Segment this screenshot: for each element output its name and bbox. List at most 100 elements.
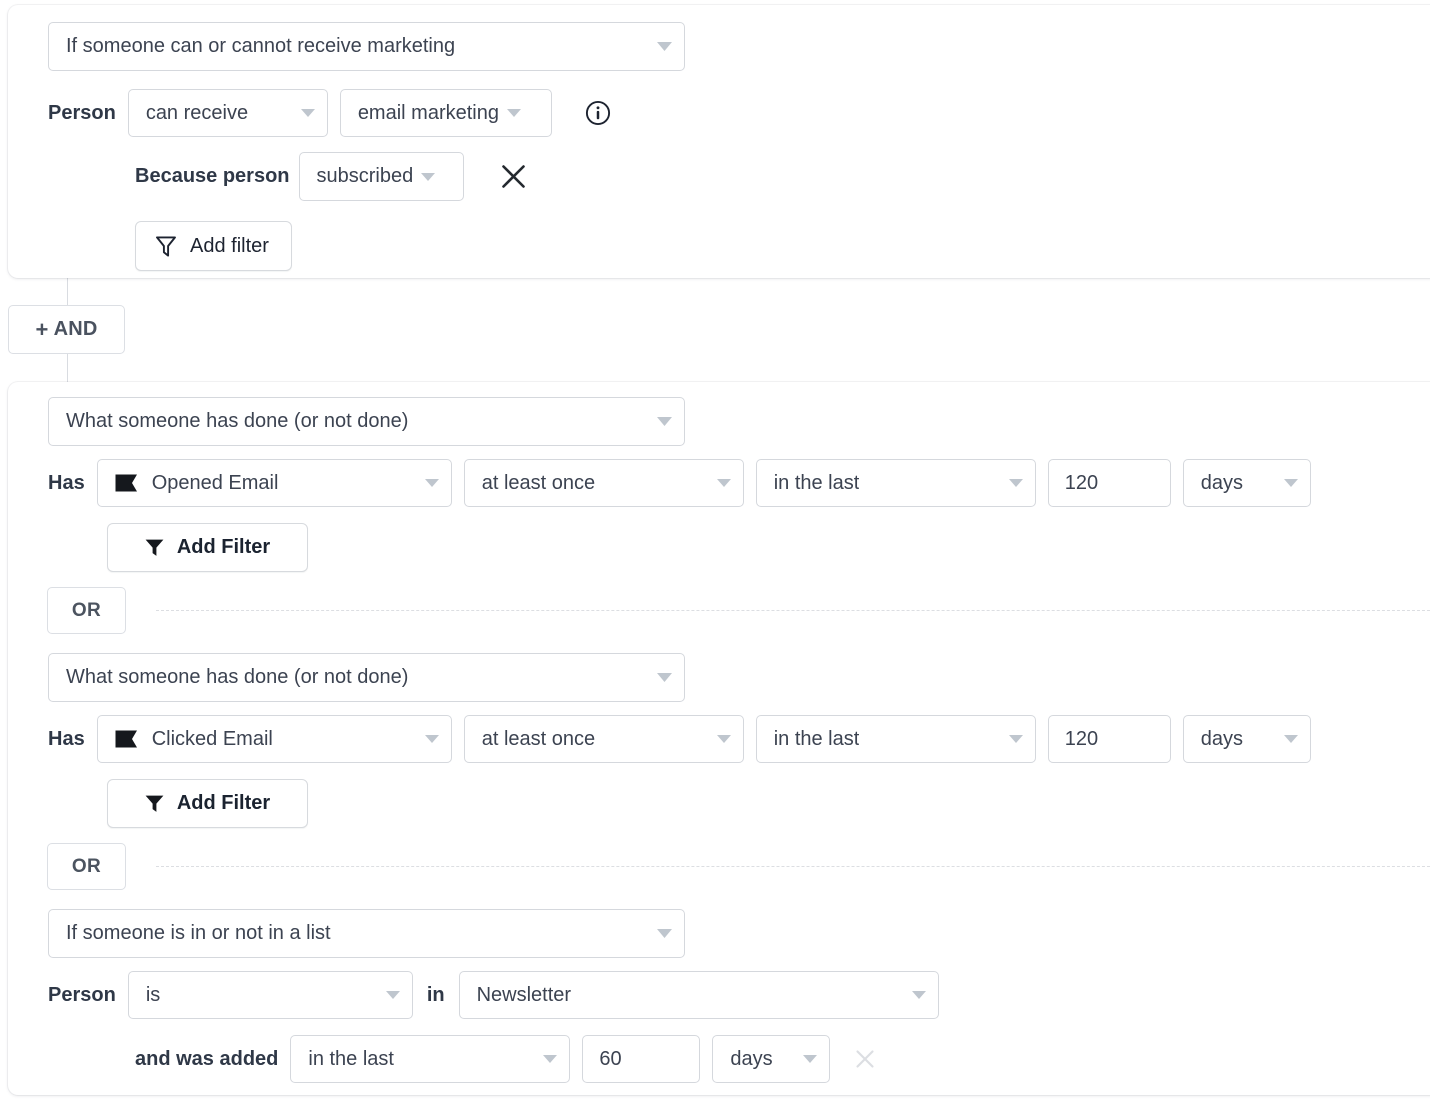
segment-builder-canvas: If someone can or cannot receive marketi… <box>0 0 1430 1108</box>
list-operator-value: is <box>145 983 161 1006</box>
chevron-down-icon <box>372 991 400 999</box>
added-timeframe-value: in the last <box>308 1047 394 1070</box>
chevron-down-icon <box>643 417 672 426</box>
frequency-select-2[interactable]: at least once <box>463 715 744 763</box>
timeframe-select-2[interactable]: in the last <box>755 715 1036 763</box>
condition-type-select-1[interactable]: If someone can or cannot receive marketi… <box>48 22 685 71</box>
unit-value-1: days <box>1200 471 1243 494</box>
row-condition-type-1: If someone can or cannot receive marketi… <box>48 22 685 71</box>
added-amount-input[interactable]: 60 <box>582 1035 701 1083</box>
metric-value-2: Clicked Email <box>151 727 273 750</box>
chevron-down-icon <box>287 109 315 117</box>
metric-value-1: Opened Email <box>151 471 279 494</box>
amount-input-1[interactable]: 120 <box>1047 459 1171 507</box>
chevron-down-icon <box>995 479 1023 487</box>
row-person-receive: Person can receive email marketing <box>48 89 611 137</box>
condition-type-select-4[interactable]: If someone is in or not in a list <box>48 909 685 958</box>
add-and-group-button[interactable]: + AND <box>8 305 125 354</box>
remove-condition-button[interactable] <box>500 163 527 190</box>
row-label-person-2: Person <box>48 983 116 1006</box>
chevron-down-icon <box>898 991 926 999</box>
unit-select-1[interactable]: days <box>1182 459 1311 507</box>
receive-operator-select[interactable]: can receive <box>127 89 328 137</box>
condition-type-select-2[interactable]: What someone has done (or not done) <box>48 397 685 446</box>
add-filter-button-3[interactable]: Add Filter <box>107 779 308 828</box>
unit-value-2: days <box>1200 727 1243 750</box>
row-label-has-2: Has <box>48 727 85 750</box>
filter-solid-icon <box>145 794 164 813</box>
add-filter-label-3: Add Filter <box>176 792 271 814</box>
list-operator-select[interactable]: is <box>127 971 413 1019</box>
or-toggle-button-1[interactable]: OR <box>47 587 126 634</box>
and-button-label: AND <box>53 318 98 340</box>
frequency-value-1: at least once <box>481 471 596 494</box>
added-timeframe-select[interactable]: in the last <box>290 1035 571 1083</box>
chevron-down-icon <box>1283 735 1298 743</box>
condition-type-value-3: What someone has done (or not done) <box>66 666 409 688</box>
row-because-person: Because person subscribed <box>135 152 527 201</box>
row-condition-type-4: If someone is in or not in a list <box>48 909 685 958</box>
row-has-opened-email: Has Opened Email at least once in the la… <box>48 459 1311 507</box>
chevron-down-icon <box>643 673 672 682</box>
marketing-channel-select[interactable]: email marketing <box>339 89 552 137</box>
added-unit-select[interactable]: days <box>712 1035 831 1083</box>
filter-outline-icon <box>155 235 177 258</box>
timeframe-value-1: in the last <box>773 471 860 494</box>
row-condition-type-2: What someone has done (or not done) <box>48 397 685 446</box>
condition-type-select-3[interactable]: What someone has done (or not done) <box>48 653 685 702</box>
flag-icon <box>115 473 138 493</box>
metric-select-2[interactable]: Clicked Email <box>96 715 452 763</box>
or-label-1: OR <box>71 599 102 621</box>
because-reason-select[interactable]: subscribed <box>298 152 464 201</box>
chevron-down-icon <box>1283 479 1298 487</box>
chevron-down-icon <box>703 479 731 487</box>
marketing-channel-value: email marketing <box>357 101 499 124</box>
amount-input-2[interactable]: 120 <box>1047 715 1171 763</box>
amount-value-1: 120 <box>1064 471 1099 494</box>
connector-line-bottom <box>67 354 68 382</box>
row-and-was-added: and was added in the last 60 days <box>135 1035 876 1083</box>
plus-icon: + <box>35 316 49 342</box>
or-separator-2: OR <box>47 843 126 890</box>
condition-card-group-2: What someone has done (or not done) Has … <box>8 382 1430 1095</box>
chevron-down-icon <box>421 172 436 181</box>
condition-type-value-2: What someone has done (or not done) <box>66 410 409 432</box>
amount-value-2: 120 <box>1064 727 1099 750</box>
chevron-down-icon <box>411 735 439 743</box>
add-filter-button-1[interactable]: Add filter <box>135 221 292 271</box>
add-filter-label-1: Add filter <box>190 234 269 257</box>
list-name-value: Newsletter <box>476 983 572 1006</box>
chevron-down-icon <box>411 479 439 487</box>
connector-line-top <box>67 278 68 308</box>
row-label-has-1: Has <box>48 471 85 494</box>
remove-added-filter-button[interactable] <box>854 1048 876 1070</box>
row-add-filter-2: Add Filter <box>107 523 308 572</box>
list-name-select[interactable]: Newsletter <box>458 971 939 1019</box>
row-has-clicked-email: Has Clicked Email at least once in the l… <box>48 715 1311 763</box>
timeframe-value-2: in the last <box>773 727 860 750</box>
added-amount-value: 60 <box>599 1047 622 1070</box>
metric-select-1[interactable]: Opened Email <box>96 459 452 507</box>
because-reason-value: subscribed <box>316 165 414 187</box>
frequency-value-2: at least once <box>481 727 596 750</box>
row-add-filter-1: Add filter <box>135 221 292 271</box>
or-toggle-button-2[interactable]: OR <box>47 843 126 890</box>
filter-solid-icon <box>145 538 164 557</box>
or-label-2: OR <box>71 855 102 877</box>
row-condition-type-3: What someone has done (or not done) <box>48 653 685 702</box>
row-label-person: Person <box>48 101 116 124</box>
row-label-and-was-added: and was added <box>135 1047 279 1070</box>
chevron-down-icon <box>643 929 672 938</box>
info-icon[interactable] <box>585 100 611 126</box>
row-add-filter-3: Add Filter <box>107 779 308 828</box>
unit-select-2[interactable]: days <box>1182 715 1311 763</box>
or-divider-line-1 <box>156 610 1430 611</box>
chevron-down-icon <box>506 109 521 117</box>
row-person-in-list: Person is in Newsletter <box>48 971 939 1019</box>
add-filter-button-2[interactable]: Add Filter <box>107 523 308 572</box>
chevron-down-icon <box>703 735 731 743</box>
frequency-select-1[interactable]: at least once <box>463 459 744 507</box>
or-separator-1: OR <box>47 587 126 634</box>
added-unit-value: days <box>730 1047 773 1070</box>
timeframe-select-1[interactable]: in the last <box>755 459 1036 507</box>
